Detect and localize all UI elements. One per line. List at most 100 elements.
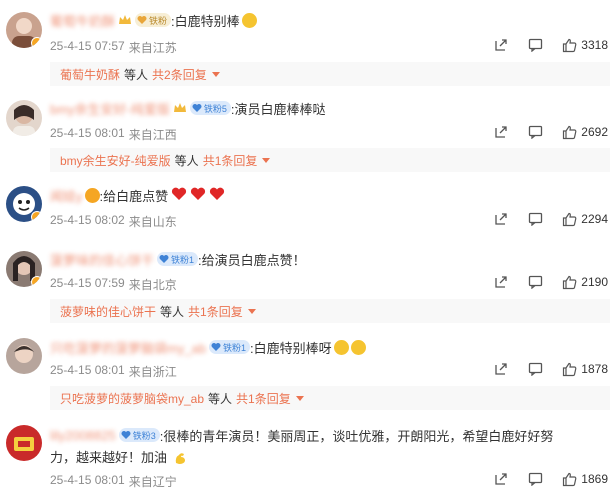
- comment-icon[interactable]: [527, 37, 543, 53]
- like-count: 1869: [581, 472, 608, 486]
- comment-location: 来自江苏: [128, 41, 177, 55]
- crown-icon: [118, 14, 132, 26]
- comment-time: 25-4-15 07:57: [50, 39, 125, 53]
- fan-badge: 铁粉: [135, 13, 172, 27]
- comment-text: :给白鹿点赞: [99, 188, 169, 204]
- fan-heart-icon: [211, 343, 221, 351]
- reply-summary[interactable]: 葡萄牛奶酥 等人 共2条回复: [50, 62, 610, 86]
- comment-username[interactable]: 闻娃y: [50, 186, 83, 205]
- comment-time: 25-4-15 08:02: [50, 213, 125, 227]
- reply-count[interactable]: 共1条回复: [203, 152, 258, 169]
- reply-others-label: 等人: [174, 153, 199, 168]
- comment-time: 25-4-15 08:01: [50, 473, 125, 487]
- comment-time: 25-4-15 08:01: [50, 126, 125, 140]
- comment-icon[interactable]: [527, 124, 543, 140]
- fan-heart-icon: [159, 255, 169, 263]
- like-count: 3318: [581, 38, 608, 52]
- avatar[interactable]: [6, 338, 42, 374]
- comment-text: :白鹿特别棒: [171, 13, 240, 29]
- reply-count[interactable]: 共1条回复: [236, 390, 291, 407]
- thumbs-up-icon[interactable]: [561, 361, 577, 377]
- fan-badge: 铁粉1: [157, 252, 199, 266]
- comment-location: 来自北京: [128, 278, 177, 292]
- avatar-photo: [13, 105, 35, 136]
- avatar-photo: [14, 437, 34, 451]
- comment-location: 来自江西: [128, 128, 177, 142]
- fan-emoji-icon: [84, 187, 100, 203]
- reply-username[interactable]: bmy余生安好-纯爱版: [60, 152, 171, 169]
- verified-badge-icon: [31, 37, 42, 48]
- reply-username[interactable]: 只吃菠萝的菠萝脑袋my_ab: [60, 390, 204, 407]
- reply-username[interactable]: 葡萄牛奶酥: [60, 66, 120, 83]
- thumbs-up-icon[interactable]: [561, 274, 577, 290]
- reply-others-label: 等人: [160, 304, 185, 319]
- reply-count[interactable]: 共1条回复: [188, 303, 243, 320]
- share-icon[interactable]: [493, 274, 509, 290]
- comment-username[interactable]: lily2008825: [50, 428, 116, 443]
- comment-time: 25-4-15 07:59: [50, 276, 125, 290]
- avatar[interactable]: [6, 100, 42, 136]
- comment-icon[interactable]: [527, 361, 543, 377]
- fan-heart-icon: [121, 431, 131, 439]
- fan-badge: 铁粉3: [118, 428, 160, 442]
- reply-summary[interactable]: bmy余生安好-纯爱版 等人 共1条回复: [50, 148, 610, 172]
- chevron-down-icon[interactable]: [247, 308, 256, 314]
- reply-summary[interactable]: 菠萝味的佳心饼干 等人 共1条回复: [50, 299, 610, 323]
- fan-heart-icon: [137, 16, 147, 24]
- heart-icon: [171, 187, 187, 204]
- like-count: 1878: [581, 362, 608, 376]
- comment-text: :给演员白鹿点赞！: [198, 252, 306, 268]
- smile-emoji-icon: [241, 12, 257, 28]
- avatar[interactable]: [6, 186, 42, 222]
- crown-icon: [173, 102, 187, 114]
- like-count: 2692: [581, 125, 608, 139]
- thumbs-up-icon[interactable]: [561, 124, 577, 140]
- verified-badge-icon: [31, 276, 42, 287]
- reply-summary[interactable]: 只吃菠萝的菠萝脑袋my_ab 等人 共1条回复: [50, 386, 610, 410]
- share-icon[interactable]: [493, 211, 509, 227]
- heart-icon: [190, 187, 206, 204]
- comment-icon[interactable]: [527, 471, 543, 487]
- thumbs-up-icon[interactable]: [561, 37, 577, 53]
- reply-count[interactable]: 共2条回复: [152, 66, 207, 83]
- chevron-down-icon[interactable]: [211, 71, 220, 77]
- comment-username[interactable]: 葡萄牛奶酥: [50, 11, 115, 30]
- avatar[interactable]: [6, 251, 42, 287]
- comment-location: 来自浙江: [128, 365, 177, 379]
- like-count: 2294: [581, 212, 608, 226]
- comment-username[interactable]: bmy余生安好-纯爱版: [50, 99, 170, 118]
- comment-text: :白鹿特别棒呀: [250, 340, 332, 356]
- comment-username[interactable]: 只吃菠萝的菠萝脑袋my_ab: [50, 338, 206, 357]
- comment-text: :演员白鹿棒棒哒: [230, 101, 326, 117]
- chevron-down-icon[interactable]: [262, 157, 271, 163]
- comment-icon[interactable]: [527, 211, 543, 227]
- chevron-down-icon[interactable]: [295, 395, 304, 401]
- fan-badge: 铁粉5: [189, 101, 231, 115]
- reply-others-label: 等人: [208, 391, 233, 406]
- fan-heart-icon: [192, 104, 202, 112]
- reply-others-label: 等人: [124, 67, 149, 82]
- clap-emoji-icon: [350, 339, 366, 355]
- share-icon[interactable]: [493, 361, 509, 377]
- flex-arm-emoji-icon: [173, 450, 188, 468]
- reply-username[interactable]: 菠萝味的佳心饼干: [60, 303, 156, 320]
- avatar[interactable]: [6, 425, 42, 461]
- share-icon[interactable]: [493, 471, 509, 487]
- comment-text-continued: 力，越来越好！加油: [50, 450, 168, 465]
- share-icon[interactable]: [493, 124, 509, 140]
- comment-icon[interactable]: [527, 274, 543, 290]
- comment-location: 来自辽宁: [128, 475, 177, 489]
- verified-badge-icon: [31, 211, 42, 222]
- fan-badge: 铁粉1: [209, 340, 251, 354]
- comment-location: 来自山东: [128, 215, 177, 229]
- like-count: 2190: [581, 275, 608, 289]
- thumbs-up-icon[interactable]: [561, 211, 577, 227]
- clap-emoji-icon: [333, 339, 349, 355]
- heart-icon: [209, 187, 225, 204]
- avatar[interactable]: [6, 12, 42, 48]
- thumbs-up-icon[interactable]: [561, 471, 577, 487]
- comment-text: :很棒的青年演员！美丽周正，谈吐优雅，开朗阳光，希望白鹿好好努: [159, 428, 554, 444]
- avatar-photo: [14, 345, 34, 363]
- comment-username[interactable]: 菠萝味的佳心饼干: [50, 250, 154, 269]
- share-icon[interactable]: [493, 37, 509, 53]
